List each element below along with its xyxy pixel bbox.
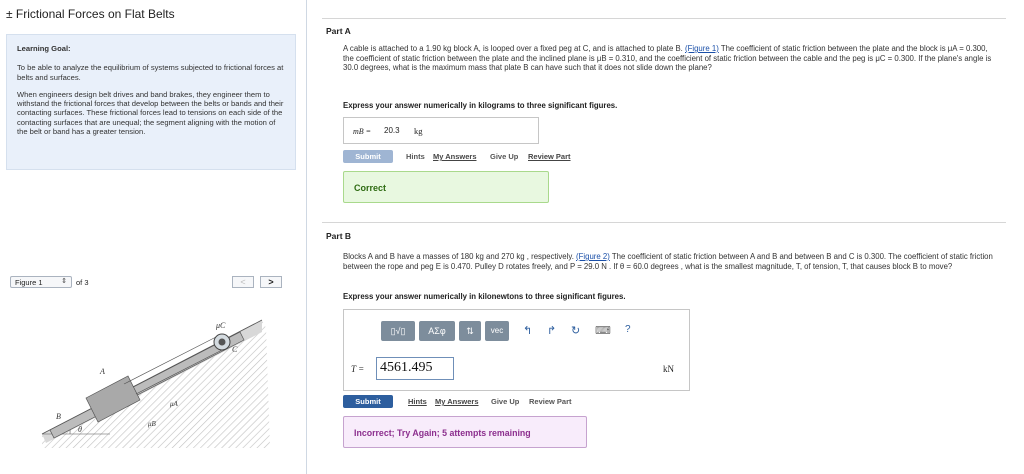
next-figure-button[interactable]: > bbox=[260, 276, 282, 288]
part-b-my-answers-link[interactable]: My Answers bbox=[435, 397, 479, 406]
help-icon[interactable]: ? bbox=[625, 324, 631, 335]
figure-select[interactable]: Figure 1 ⇕ bbox=[10, 276, 72, 288]
part-a-my-answers-link[interactable]: My Answers bbox=[433, 152, 477, 161]
part-b-hints-link[interactable]: Hints bbox=[408, 397, 427, 406]
figure-select-value: Figure 1 bbox=[15, 278, 43, 287]
figure-2-link[interactable]: (Figure 2) bbox=[576, 252, 610, 261]
learning-goal-heading: Learning Goal: bbox=[17, 44, 71, 53]
symbols-button[interactable]: ΑΣφ bbox=[419, 321, 455, 341]
vec-button[interactable]: vec bbox=[485, 321, 509, 341]
part-a-heading: Part A bbox=[326, 26, 351, 36]
part-b-answer-unit: kN bbox=[663, 364, 674, 374]
label-mu-c: μC bbox=[215, 321, 226, 330]
part-a-feedback-text: Correct bbox=[354, 183, 387, 193]
figure-1-link[interactable]: (Figure 1) bbox=[685, 44, 719, 53]
part-a-answer-unit: kg bbox=[414, 126, 423, 136]
learning-goal-text: To be able to analyze the equilibrium of… bbox=[17, 63, 284, 82]
part-a-feedback: Correct bbox=[343, 171, 549, 203]
part-a-answer-label: mB = bbox=[353, 127, 372, 136]
figure-count: of 3 bbox=[76, 278, 89, 287]
part-b-question: Blocks A and B have a masses of 180 kg a… bbox=[343, 252, 998, 271]
templates-button[interactable]: ▯√▯ bbox=[381, 321, 415, 341]
part-a-answer-value: 20.3 bbox=[384, 126, 400, 135]
part-a-answer-box: mB = 20.3 kg bbox=[343, 117, 539, 144]
label-b: B bbox=[56, 412, 61, 421]
part-b-feedback-text: Incorrect; Try Again; 5 attempts remaini… bbox=[354, 428, 531, 438]
divider-rule bbox=[322, 222, 1006, 223]
undo-icon[interactable]: ↰ bbox=[523, 324, 532, 337]
part-a-question: A cable is attached to a 1.90 kg block A… bbox=[343, 44, 998, 73]
part-b-submit-button[interactable]: Submit bbox=[343, 395, 393, 408]
divider-rule bbox=[322, 18, 1006, 19]
keyboard-icon[interactable]: ⌨ bbox=[595, 324, 611, 337]
part-b-heading: Part B bbox=[326, 231, 352, 241]
part-a-submit-button[interactable]: Submit bbox=[343, 150, 393, 163]
title-bar: ± Frictional Forces on Flat Belts bbox=[0, 0, 306, 24]
part-a-review-part-link[interactable]: Review Part bbox=[528, 152, 571, 161]
part-a-give-up-link[interactable]: Give Up bbox=[490, 152, 518, 161]
label-mu-a: μA bbox=[170, 400, 179, 408]
page-title: ± Frictional Forces on Flat Belts bbox=[6, 7, 175, 21]
learning-goal-box: Learning Goal: To be able to analyze the… bbox=[6, 34, 296, 170]
label-c: C bbox=[232, 345, 238, 354]
reset-icon[interactable]: ↻ bbox=[571, 324, 580, 337]
label-theta: θ bbox=[78, 425, 82, 434]
part-a-hints-link[interactable]: Hints bbox=[406, 152, 425, 161]
select-arrows-icon: ⇕ bbox=[61, 278, 67, 285]
part-a-text-1: A cable is attached to a 1.90 kg block A… bbox=[343, 44, 683, 53]
learning-goal-description: When engineers design belt drives and ba… bbox=[17, 89, 284, 137]
label-mu-b: μB bbox=[148, 420, 157, 428]
part-b-answer-input[interactable]: 4561.495 bbox=[376, 357, 454, 380]
part-b-answer-box: ▯√▯ ΑΣφ ⇅ vec ↰ ↱ ↻ ⌨ ? T = 4561.495 kN bbox=[343, 309, 690, 391]
panel-divider bbox=[306, 0, 307, 474]
label-a: A bbox=[99, 367, 105, 376]
part-b-review-part-link[interactable]: Review Part bbox=[529, 397, 572, 406]
figure-1-diagram: μC C A μA B μB θ bbox=[41, 319, 270, 448]
arrows-button[interactable]: ⇅ bbox=[459, 321, 481, 341]
part-b-answer-label: T = bbox=[351, 364, 365, 374]
redo-icon[interactable]: ↱ bbox=[547, 324, 556, 337]
part-b-feedback: Incorrect; Try Again; 5 attempts remaini… bbox=[343, 416, 587, 448]
part-a-instruction: Express your answer numerically in kilog… bbox=[343, 101, 618, 110]
figure-navigation: Figure 1 ⇕ of 3 < > bbox=[10, 276, 284, 290]
part-b-instruction: Express your answer numerically in kilon… bbox=[343, 292, 626, 301]
part-b-give-up-link[interactable]: Give Up bbox=[491, 397, 519, 406]
previous-figure-button[interactable]: < bbox=[232, 276, 254, 288]
part-b-text-1: Blocks A and B have a masses of 180 kg a… bbox=[343, 252, 574, 261]
